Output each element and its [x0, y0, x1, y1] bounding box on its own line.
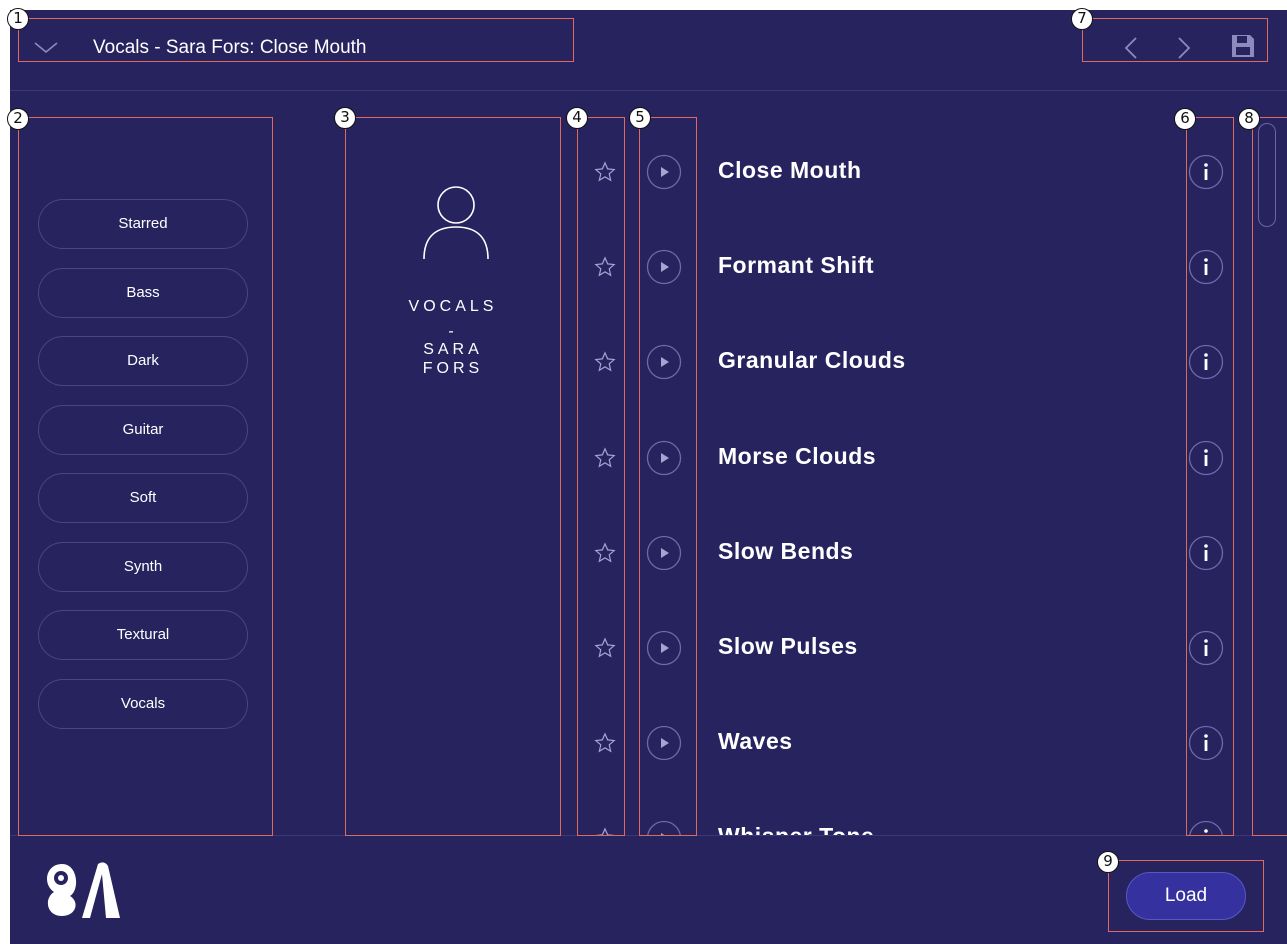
annotation-badge-2: 2: [7, 108, 29, 130]
annotation-badge-1: 1: [7, 8, 29, 30]
annotation-badge-3: 3: [334, 107, 356, 129]
annotation-badge-5: 5: [629, 107, 651, 129]
annotation-box-4: [577, 117, 625, 836]
preset-name[interactable]: Formant Shift: [718, 252, 874, 279]
logo-icon: [47, 862, 120, 918]
annotation-box-2: [18, 117, 273, 836]
annotation-box-3: [345, 117, 561, 836]
annotation-badge-6: 6: [1174, 108, 1196, 130]
header-divider: [10, 90, 1287, 91]
preset-name[interactable]: Slow Bends: [718, 538, 853, 565]
annotation-badge-7: 7: [1071, 8, 1093, 30]
annotation-box-8: [1252, 117, 1287, 836]
annotation-badge-9: 9: [1097, 851, 1119, 873]
preset-name[interactable]: Whisper Tone: [718, 823, 874, 835]
annotation-badge-8: 8: [1238, 108, 1260, 130]
annotation-box-7: [1082, 18, 1268, 62]
annotation-box-6: [1186, 117, 1234, 836]
preset-name[interactable]: Waves: [718, 728, 793, 755]
preset-name[interactable]: Slow Pulses: [718, 633, 858, 660]
preset-name[interactable]: Close Mouth: [718, 157, 862, 184]
preset-name[interactable]: Morse Clouds: [718, 443, 876, 470]
annotation-badge-4: 4: [566, 107, 588, 129]
annotation-box-1: [18, 18, 574, 62]
annotation-box-5: [639, 117, 697, 836]
preset-name[interactable]: Granular Clouds: [718, 347, 906, 374]
annotation-box-9: [1108, 860, 1264, 932]
